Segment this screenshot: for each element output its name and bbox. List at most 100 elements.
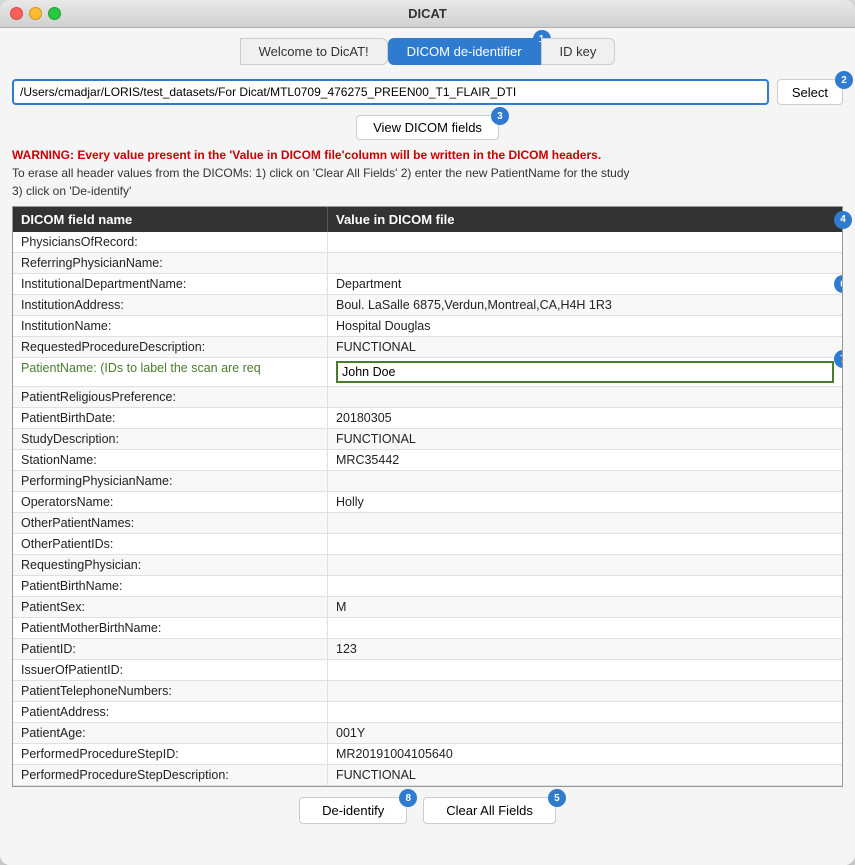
- field-cell: PatientAge:: [13, 723, 328, 743]
- field-cell: PatientID:: [13, 639, 328, 659]
- table-row: PatientAge:001Y: [13, 723, 842, 744]
- table-row: OperatorsName:Holly: [13, 492, 842, 513]
- close-button[interactable]: [10, 7, 23, 20]
- clear-button[interactable]: Clear All Fields: [423, 797, 556, 824]
- field-cell: PatientBirthName:: [13, 576, 328, 596]
- field-cell: PatientName: (IDs to label the scan are …: [13, 358, 328, 386]
- value-cell: 123: [328, 639, 842, 659]
- value-cell: [328, 387, 842, 407]
- value-cell: FUNCTIONAL: [328, 429, 842, 449]
- table-row: PatientSex:M: [13, 597, 842, 618]
- table-row: StudyDescription:FUNCTIONAL: [13, 429, 842, 450]
- table-row: PhysiciansOfRecord:: [13, 232, 842, 253]
- select-button[interactable]: Select: [777, 79, 843, 105]
- bottom-bar: De-identify 8 Clear All Fields 5: [0, 787, 855, 834]
- title-bar: DICAT: [0, 0, 855, 28]
- badge-2: 2: [835, 71, 853, 89]
- warning-box: WARNING: Every value present in the 'Val…: [12, 146, 843, 200]
- dicom-table: DICOM field name Value in DICOM file 4 P…: [12, 206, 843, 787]
- field-cell: RequestedProcedureDescription:: [13, 337, 328, 357]
- field-cell: PhysiciansOfRecord:: [13, 232, 328, 252]
- table-body: PhysiciansOfRecord:ReferringPhysicianNam…: [13, 232, 842, 786]
- table-row: PatientTelephoneNumbers:: [13, 681, 842, 702]
- warning-line3: 3) click on 'De-identify': [12, 182, 843, 200]
- table-row: RequestingPhysician:: [13, 555, 842, 576]
- value-cell[interactable]: 7: [328, 358, 842, 386]
- main-window: DICAT Welcome to DicAT! DICOM de-identif…: [0, 0, 855, 865]
- window-title: DICAT: [408, 6, 447, 21]
- tab-welcome[interactable]: Welcome to DicAT!: [240, 38, 388, 65]
- path-input[interactable]: [12, 79, 769, 105]
- table-row: PerformedProcedureStepDescription:FUNCTI…: [13, 765, 842, 786]
- table-row: OtherPatientNames:: [13, 513, 842, 534]
- tab-wrapper-idkey: ID key: [541, 38, 616, 65]
- value-cell: [328, 471, 842, 491]
- table-row: InstitutionalDepartmentName:Department6: [13, 274, 842, 295]
- deidentify-wrapper: De-identify 8: [299, 797, 407, 824]
- tab-deidentifier[interactable]: DICOM de-identifier: [388, 38, 541, 65]
- value-cell: Department6: [328, 274, 842, 294]
- value-cell: FUNCTIONAL: [328, 765, 842, 785]
- table-row: PatientReligiousPreference:: [13, 387, 842, 408]
- table-row: PatientName: (IDs to label the scan are …: [13, 358, 842, 387]
- badge-5: 5: [548, 789, 566, 807]
- table-row: PerformingPhysicianName:: [13, 471, 842, 492]
- badge-7: 7: [834, 350, 842, 368]
- table-row: InstitutionName:Hospital Douglas: [13, 316, 842, 337]
- value-cell: Hospital Douglas: [328, 316, 842, 336]
- table-row: PerformedProcedureStepID:MR2019100410564…: [13, 744, 842, 765]
- clear-wrapper: Clear All Fields 5: [423, 797, 556, 824]
- value-cell: MR20191004105640: [328, 744, 842, 764]
- patient-name-input[interactable]: [336, 361, 834, 383]
- tab-wrapper-1: Welcome to DicAT!: [240, 38, 388, 65]
- field-cell: ReferringPhysicianName:: [13, 253, 328, 273]
- view-dicom-button[interactable]: View DICOM fields: [356, 115, 499, 140]
- badge-8: 8: [399, 789, 417, 807]
- value-cell: [328, 681, 842, 701]
- value-cell: 001Y: [328, 723, 842, 743]
- field-cell: OtherPatientNames:: [13, 513, 328, 533]
- field-cell: RequestingPhysician:: [13, 555, 328, 575]
- col-value-header: Value in DICOM file 4: [328, 207, 842, 232]
- select-wrapper: Select 2: [777, 79, 843, 105]
- field-cell: StudyDescription:: [13, 429, 328, 449]
- field-cell: StationName:: [13, 450, 328, 470]
- field-cell: PatientAddress:: [13, 702, 328, 722]
- table-header: DICOM field name Value in DICOM file 4: [13, 207, 842, 232]
- field-cell: InstitutionalDepartmentName:: [13, 274, 328, 294]
- value-cell: [328, 232, 842, 252]
- tab-idkey[interactable]: ID key: [541, 38, 616, 65]
- field-cell: OtherPatientIDs:: [13, 534, 328, 554]
- table-row: PatientBirthName:: [13, 576, 842, 597]
- tab-bar: Welcome to DicAT! DICOM de-identifier 1 …: [0, 28, 855, 73]
- field-cell: PerformedProcedureStepDescription:: [13, 765, 328, 785]
- field-cell: PatientReligiousPreference:: [13, 387, 328, 407]
- table-row: PatientBirthDate:20180305: [13, 408, 842, 429]
- field-cell: InstitutionName:: [13, 316, 328, 336]
- field-cell: PatientBirthDate:: [13, 408, 328, 428]
- view-dicom-bar: View DICOM fields 3: [0, 111, 855, 146]
- value-cell: [328, 253, 842, 273]
- toolbar: Select 2: [0, 73, 855, 111]
- field-cell: PatientSex:: [13, 597, 328, 617]
- col-field-header: DICOM field name: [13, 207, 328, 232]
- table-row: PatientAddress:: [13, 702, 842, 723]
- deidentify-button[interactable]: De-identify: [299, 797, 407, 824]
- value-cell: Holly: [328, 492, 842, 512]
- field-cell: PerformedProcedureStepID:: [13, 744, 328, 764]
- minimize-button[interactable]: [29, 7, 42, 20]
- view-dicom-wrapper: View DICOM fields 3: [356, 115, 499, 140]
- warning-line1: WARNING: Every value present in the 'Val…: [12, 146, 843, 164]
- value-cell: [328, 618, 842, 638]
- value-cell: [328, 702, 842, 722]
- value-cell: 20180305: [328, 408, 842, 428]
- content-area: Welcome to DicAT! DICOM de-identifier 1 …: [0, 28, 855, 865]
- maximize-button[interactable]: [48, 7, 61, 20]
- table-row: PatientID:123: [13, 639, 842, 660]
- badge-4: 4: [834, 211, 852, 229]
- table-row: StationName:MRC35442: [13, 450, 842, 471]
- table-row: IssuerOfPatientID:: [13, 660, 842, 681]
- value-cell: [328, 555, 842, 575]
- table-row: RequestedProcedureDescription:FUNCTIONAL: [13, 337, 842, 358]
- badge-3: 3: [491, 107, 509, 125]
